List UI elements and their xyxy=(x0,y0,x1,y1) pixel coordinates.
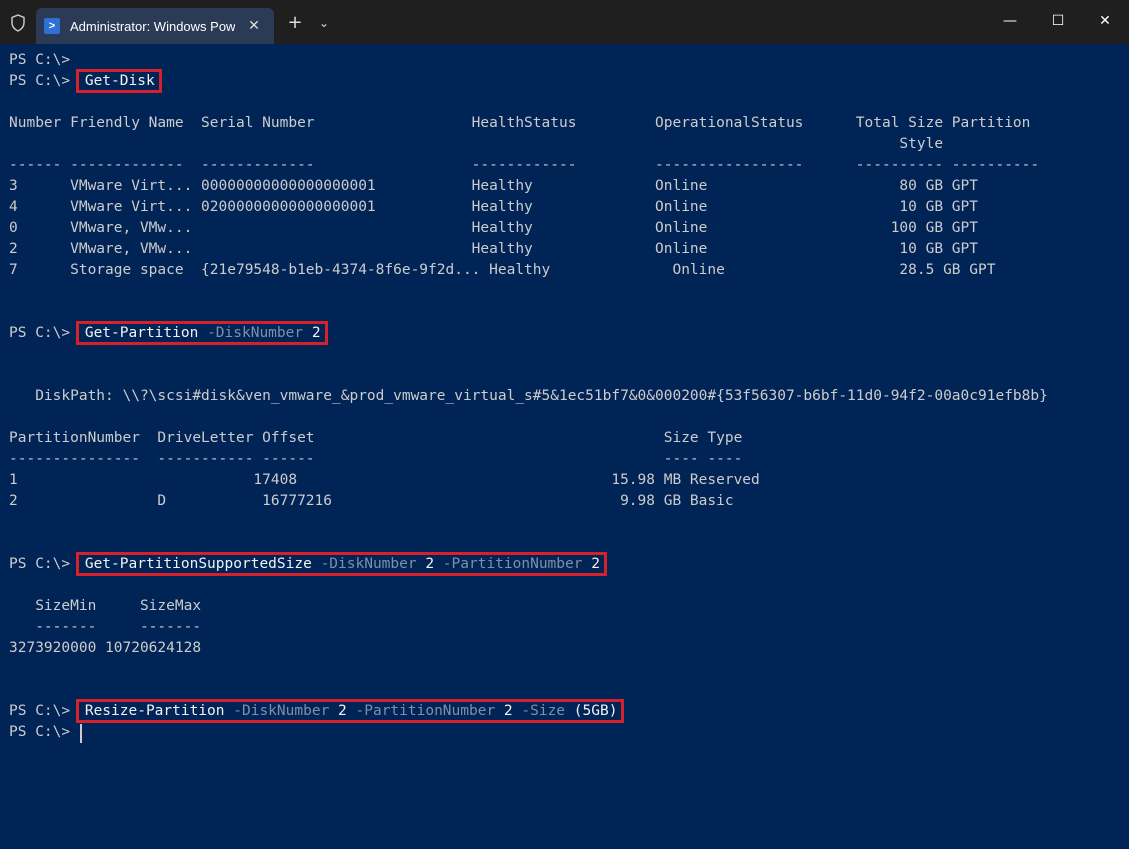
partition-table-header: PartitionNumber DriveLetter Offset Size … xyxy=(9,428,742,449)
parameter-name: -PartitionNumber xyxy=(443,556,583,572)
cmdlet-name: Get-Partition xyxy=(85,325,199,341)
size-table-separator: ------- ------- xyxy=(9,617,201,638)
table-row: 2 D 16777216 9.98 GB Basic xyxy=(9,491,734,512)
disk-table-separator: ------ ------------- ------------- -----… xyxy=(9,155,1039,176)
parameter-value: 2 xyxy=(425,556,434,572)
cmdlet-name: Get-PartitionSupportedSize xyxy=(85,556,312,572)
parameter-value: 2 xyxy=(591,556,600,572)
table-row: 1 17408 15.98 MB Reserved xyxy=(9,470,760,491)
table-row: 0 VMware, VMw... Healthy Online 100 GB G… xyxy=(9,218,978,239)
command-highlight: Get-PartitionSupportedSize -DiskNumber 2… xyxy=(79,555,604,573)
text-cursor xyxy=(80,724,82,743)
parameter-value: (5GB) xyxy=(574,703,618,719)
tab-title: Administrator: Windows Powe xyxy=(70,18,235,36)
command-highlight: Get-Disk xyxy=(79,72,159,90)
terminal-tab[interactable]: > Administrator: Windows Powe ✕ xyxy=(36,8,274,44)
terminal-output[interactable]: PS C:\> PS C:\> Get-Disk Number Friendly… xyxy=(0,44,1129,849)
parameter-name: -Size xyxy=(521,703,565,719)
command-line-get-partition: PS C:\> Get-Partition -DiskNumber 2 xyxy=(9,323,325,344)
disk-table-header: Number Friendly Name Serial Number Healt… xyxy=(9,113,1030,134)
new-tab-button[interactable]: + xyxy=(284,12,306,34)
parameter-name: -DiskNumber xyxy=(233,703,329,719)
command-line-get-disk: PS C:\> Get-Disk xyxy=(9,71,159,92)
title-bar: > Administrator: Windows Powe ✕ + ⌄ — ☐ … xyxy=(0,0,1129,44)
parameter-name: -DiskNumber xyxy=(321,556,417,572)
table-row: 7 Storage space {21e79548-b1eb-4374-8f6e… xyxy=(9,260,995,281)
prompt: PS C:\> xyxy=(9,325,70,341)
parameter-value: 2 xyxy=(504,703,513,719)
command-line-get-partition-supported-size: PS C:\> Get-PartitionSupportedSize -Disk… xyxy=(9,554,604,575)
parameter-name: -PartitionNumber xyxy=(356,703,496,719)
size-table-header: SizeMin SizeMax xyxy=(9,596,201,617)
parameter-value: 2 xyxy=(312,325,321,341)
tab-close-icon[interactable]: ✕ xyxy=(244,16,264,36)
prompt-line: PS C:\> xyxy=(9,50,70,71)
chevron-down-icon[interactable]: ⌄ xyxy=(314,14,334,32)
prompt: PS C:\> xyxy=(9,556,70,572)
table-row: 3273920000 10720624128 xyxy=(9,638,201,659)
table-row: 2 VMware, VMw... Healthy Online 10 GB GP… xyxy=(9,239,978,260)
table-row: 3 VMware Virt... 00000000000000000001 He… xyxy=(9,176,978,197)
command-highlight: Get-Partition -DiskNumber 2 xyxy=(79,324,325,342)
command-highlight: Resize-Partition -DiskNumber 2 -Partitio… xyxy=(79,702,622,720)
prompt: PS C:\> xyxy=(9,703,70,719)
minimize-button[interactable]: — xyxy=(987,6,1033,36)
close-button[interactable]: ✕ xyxy=(1082,6,1128,36)
command-line-resize-partition: PS C:\> Resize-Partition -DiskNumber 2 -… xyxy=(9,701,621,722)
disk-path: DiskPath: \\?\scsi#disk&ven_vmware_&prod… xyxy=(9,386,1048,407)
maximize-button[interactable]: ☐ xyxy=(1035,6,1081,36)
cmdlet-name: Get-Disk xyxy=(85,73,155,89)
shield-icon xyxy=(10,14,26,32)
parameter-name: -DiskNumber xyxy=(207,325,303,341)
disk-table-header-2: Style xyxy=(9,134,943,155)
prompt: PS C:\> xyxy=(9,73,70,89)
powershell-icon: > xyxy=(44,18,60,34)
parameter-value: 2 xyxy=(338,703,347,719)
partition-table-separator: --------------- ----------- ------ ---- … xyxy=(9,449,742,470)
cmdlet-name: Resize-Partition xyxy=(85,703,225,719)
table-row: 4 VMware Virt... 02000000000000000001 He… xyxy=(9,197,978,218)
prompt-line: PS C:\> xyxy=(9,722,70,743)
